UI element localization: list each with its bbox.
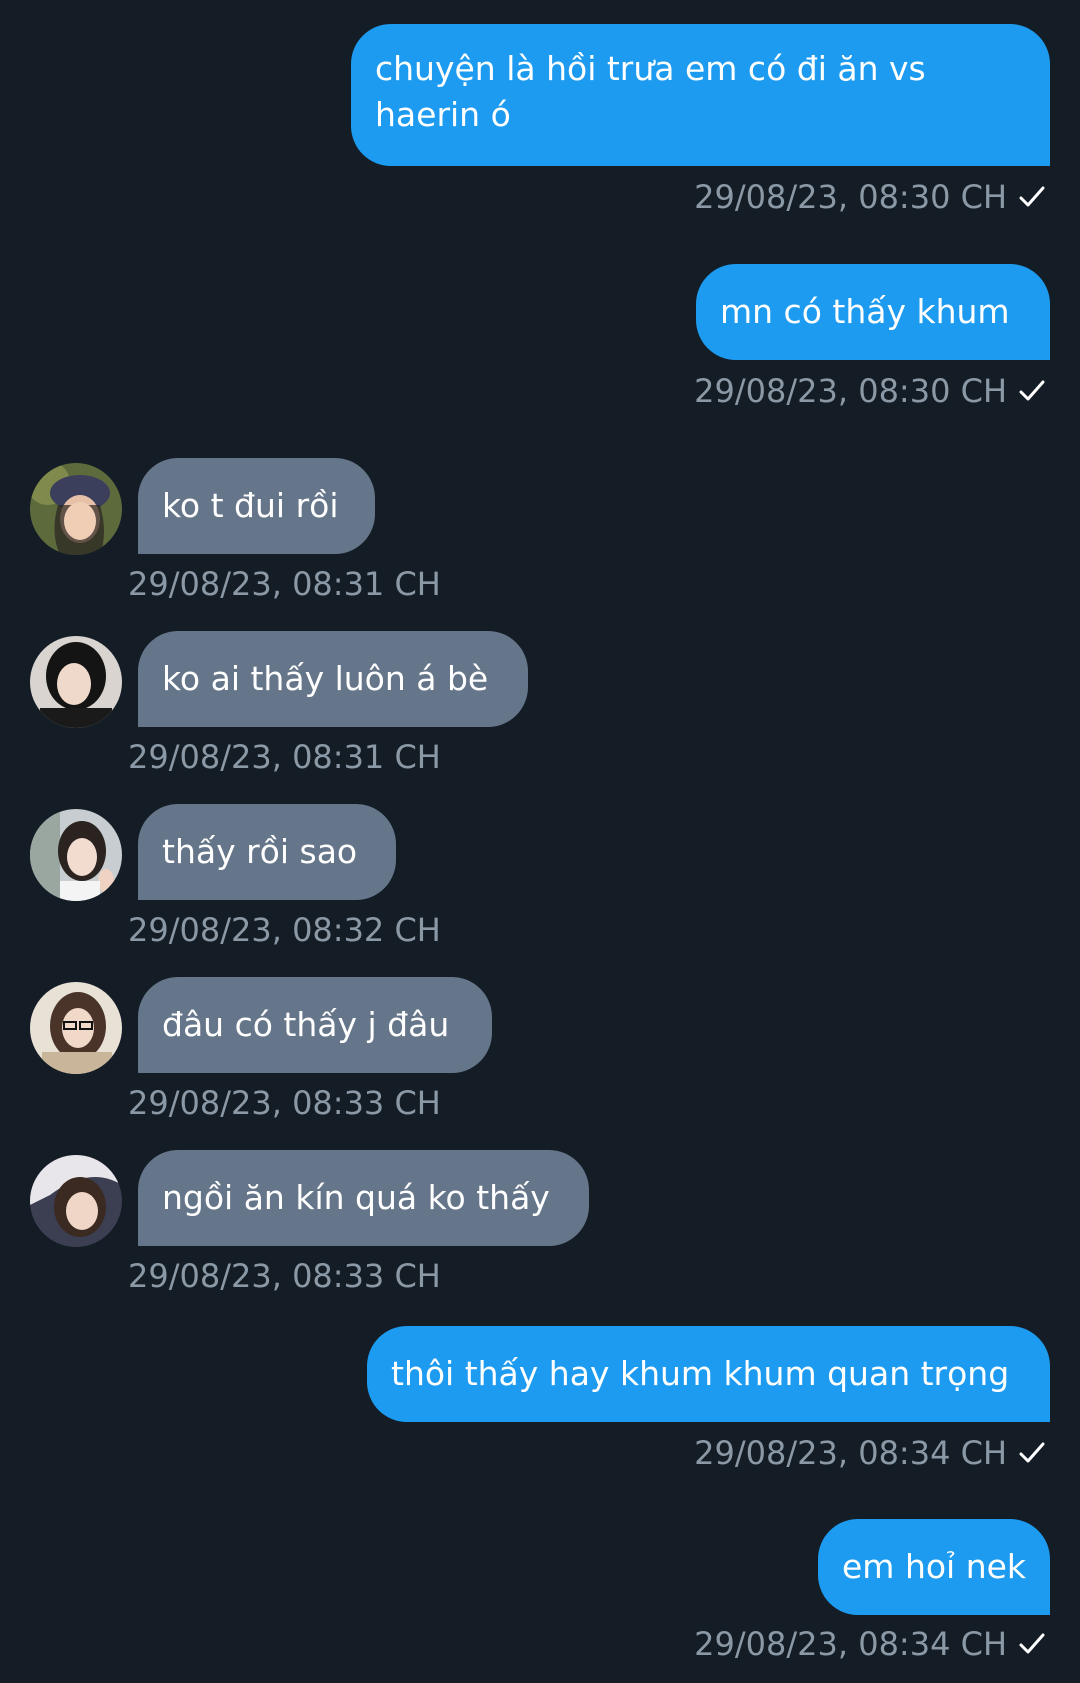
message-text: ngồi ăn kín quá ko thấy <box>162 1178 550 1217</box>
timestamp-text: 29/08/23, 08:31 CH <box>128 565 441 603</box>
timestamp-text: 29/08/23, 08:34 CH <box>694 1625 1007 1663</box>
avatar[interactable] <box>30 636 122 728</box>
message-text: chuyện là hồi trưa em có đi ăn vs haerin… <box>375 49 926 134</box>
timestamp-text: 29/08/23, 08:33 CH <box>128 1084 441 1122</box>
message-text: em hoỉ nek <box>842 1547 1027 1586</box>
check-icon <box>1017 376 1047 406</box>
timestamp-text: 29/08/23, 08:34 CH <box>694 1434 1007 1472</box>
message-bubble-incoming[interactable]: đâu có thấy j đâu <box>138 977 492 1073</box>
bottom-edge <box>0 1660 1080 1683</box>
avatar[interactable] <box>30 463 122 555</box>
message-timestamp: 29/08/23, 08:34 CH <box>694 1433 1047 1473</box>
message-timestamp: 29/08/23, 08:33 CH <box>128 1256 441 1296</box>
conversation-thread: chuyện là hồi trưa em có đi ăn vs haerin… <box>0 0 1080 1683</box>
message-text: đâu có thấy j đâu <box>162 1005 450 1044</box>
message-bubble-outgoing[interactable]: em hoỉ nek <box>818 1519 1050 1615</box>
message-timestamp: 29/08/23, 08:30 CH <box>694 177 1047 217</box>
timestamp-text: 29/08/23, 08:30 CH <box>694 372 1007 410</box>
message-text: thôi thấy hay khum khum quan trọng <box>391 1354 1010 1393</box>
message-timestamp: 29/08/23, 08:31 CH <box>128 564 441 604</box>
message-bubble-incoming[interactable]: ko t đui rồi <box>138 458 375 554</box>
message-bubble-incoming[interactable]: ngồi ăn kín quá ko thấy <box>138 1150 589 1246</box>
message-bubble-outgoing[interactable]: chuyện là hồi trưa em có đi ăn vs haerin… <box>351 24 1050 166</box>
timestamp-text: 29/08/23, 08:30 CH <box>694 178 1007 216</box>
message-bubble-incoming[interactable]: thấy rồi sao <box>138 804 396 900</box>
check-icon <box>1017 1438 1047 1468</box>
message-timestamp: 29/08/23, 08:33 CH <box>128 1083 441 1123</box>
message-bubble-outgoing[interactable]: mn có thấy khum <box>696 264 1050 360</box>
timestamp-text: 29/08/23, 08:31 CH <box>128 738 441 776</box>
timestamp-text: 29/08/23, 08:33 CH <box>128 1257 441 1295</box>
message-timestamp: 29/08/23, 08:32 CH <box>128 910 441 950</box>
timestamp-text: 29/08/23, 08:32 CH <box>128 911 441 949</box>
message-timestamp: 29/08/23, 08:34 CH <box>694 1624 1047 1664</box>
avatar[interactable] <box>30 809 122 901</box>
message-timestamp: 29/08/23, 08:30 CH <box>694 371 1047 411</box>
message-bubble-outgoing[interactable]: thôi thấy hay khum khum quan trọng <box>367 1326 1050 1422</box>
message-text: thấy rồi sao <box>162 832 358 871</box>
message-timestamp: 29/08/23, 08:31 CH <box>128 737 441 777</box>
message-text: mn có thấy khum <box>720 292 1010 331</box>
message-text: ko ai thấy luôn á bè <box>162 659 489 698</box>
message-bubble-incoming[interactable]: ko ai thấy luôn á bè <box>138 631 528 727</box>
message-text: ko t đui rồi <box>162 486 339 525</box>
avatar[interactable] <box>30 1155 122 1247</box>
check-icon <box>1017 182 1047 212</box>
avatar[interactable] <box>30 982 122 1074</box>
check-icon <box>1017 1629 1047 1659</box>
